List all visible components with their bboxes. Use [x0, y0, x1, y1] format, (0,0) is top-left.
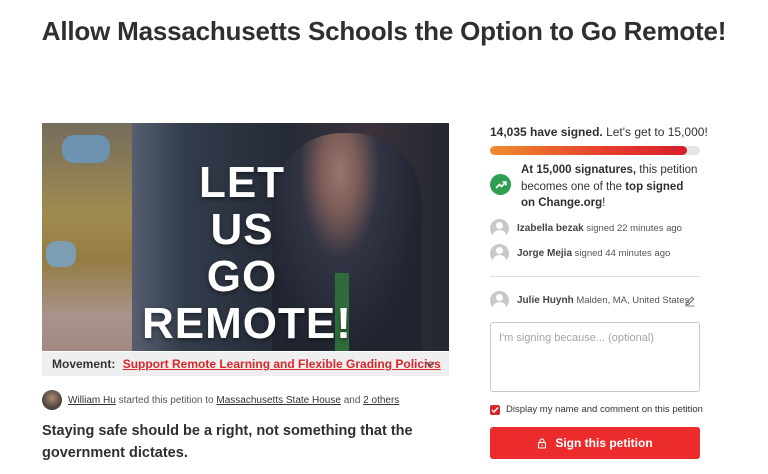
current-signer: Julie Huynh Malden, MA, United States	[490, 291, 689, 310]
edit-icon[interactable]	[684, 294, 696, 307]
slogan-line: US	[210, 205, 274, 254]
display-option[interactable]: Display my name and comment on this peti…	[490, 404, 703, 415]
starter-text: started this petition to	[118, 394, 214, 406]
signer-time: signed 22 minutes ago	[586, 223, 682, 234]
movement-bar[interactable]: Movement: Support Remote Learning and Fl…	[42, 352, 449, 376]
slogan-line: GO	[206, 252, 278, 301]
progress-fill	[490, 146, 687, 155]
signature-goal: Let's get to 15,000!	[606, 125, 708, 139]
target-link[interactable]: Massachusetts State House	[216, 395, 341, 406]
check-icon	[491, 406, 499, 413]
slogan-line: LET	[198, 158, 286, 207]
and-text: and	[343, 394, 361, 406]
recent-signer: Izabella bezak signed 22 minutes ago	[490, 219, 682, 238]
petition-lede: Staying safe should be a right, not some…	[42, 423, 413, 461]
petition-title: Allow Massachusetts Schools the Option t…	[41, 16, 727, 46]
trend-up-icon	[490, 174, 511, 195]
display-checkbox[interactable]	[490, 404, 500, 415]
movement-link[interactable]: Support Remote Learning and Flexible Gra…	[123, 357, 441, 371]
milestone-intro: At 15,000 signatures,	[521, 164, 637, 176]
signed-count: 14,035 have signed.	[490, 125, 603, 139]
signer-name: Jorge Mejia	[517, 248, 573, 259]
user-icon	[490, 219, 509, 238]
starter-name-link[interactable]: William Hu	[68, 395, 116, 406]
sign-button-label: Sign this petition	[555, 436, 653, 450]
current-signer-name: Julie Huynh	[517, 295, 574, 306]
milestone-end: !	[602, 197, 606, 209]
user-icon	[490, 244, 509, 263]
recent-signer: Jorge Mejia signed 44 minutes ago	[490, 244, 670, 263]
signer-name: Izabella bezak	[517, 223, 584, 234]
others-link[interactable]: 2 others	[363, 395, 399, 406]
comment-field[interactable]	[490, 322, 700, 392]
chevron-down-icon[interactable]	[425, 352, 435, 384]
sign-petition-button[interactable]: Sign this petition	[490, 427, 700, 459]
display-label: Display my name and comment on this peti…	[506, 404, 703, 415]
user-icon	[490, 291, 509, 310]
signature-count: 14,035 have signed. Let's get to 15,000!	[490, 125, 708, 139]
image-slogan: LET US GO REMOTE!	[142, 158, 352, 348]
avatar[interactable]	[42, 390, 62, 410]
slogan-line: REMOTE!	[142, 299, 352, 348]
movement-label: Movement:	[52, 357, 116, 371]
lock-icon	[538, 437, 547, 449]
petition-image: LET US GO REMOTE!	[42, 123, 449, 351]
current-signer-location: Malden, MA, United States	[576, 295, 690, 306]
signer-time: signed 44 minutes ago	[574, 248, 671, 259]
milestone-note: At 15,000 signatures, this petition beco…	[490, 162, 700, 212]
signature-progress	[490, 146, 700, 155]
milestone-text: At 15,000 signatures, this petition beco…	[521, 162, 700, 212]
divider	[490, 276, 700, 277]
petition-starter: William Hu started this petition to Mass…	[42, 389, 399, 411]
